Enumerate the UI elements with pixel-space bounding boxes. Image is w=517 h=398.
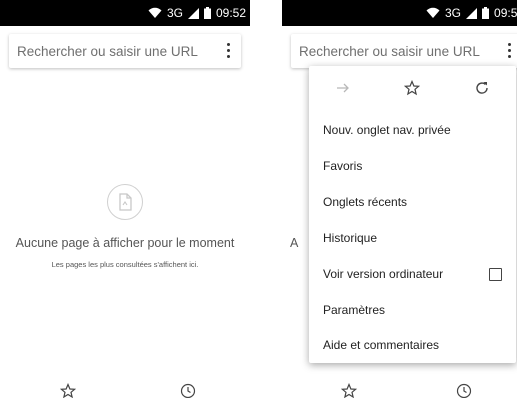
- status-icons: 3G 09:52: [426, 6, 517, 20]
- status-bar: 3G 09:52: [282, 0, 517, 26]
- status-bar: 3G 09:52: [0, 0, 250, 26]
- overflow-menu: Nouv. onglet nav. privée Favoris Onglets…: [309, 66, 516, 363]
- omnibox[interactable]: Rechercher ou saisir une URL: [9, 34, 241, 68]
- battery-icon: [482, 7, 490, 19]
- signal-icon: [466, 7, 478, 19]
- omnibox[interactable]: Rechercher ou saisir une URL: [291, 34, 517, 68]
- status-icons: 3G 09:52: [148, 6, 246, 20]
- empty-state-subtitle: Les pages les plus consultées s'affichen…: [51, 260, 199, 269]
- network-type: 3G: [445, 6, 462, 20]
- omnibox-placeholder[interactable]: Rechercher ou saisir une URL: [299, 44, 480, 59]
- star-icon[interactable]: [404, 80, 420, 96]
- reload-icon[interactable]: [474, 80, 490, 96]
- menu-item-history[interactable]: Historique: [323, 221, 502, 255]
- signal-icon: [187, 7, 199, 19]
- menu-item-settings[interactable]: Paramètres: [323, 293, 502, 327]
- clock-icon[interactable]: [456, 383, 472, 398]
- phone-screen-left: 3G 09:52 Rechercher ou saisir une URL Au…: [0, 0, 250, 398]
- forward-icon[interactable]: [335, 80, 351, 96]
- empty-state-title: Aucune page à afficher pour le moment: [15, 236, 235, 250]
- star-icon[interactable]: [341, 383, 357, 398]
- overflow-menu-icon[interactable]: [223, 43, 233, 59]
- wifi-icon: [148, 7, 162, 18]
- menu-icon-row: [309, 66, 516, 110]
- status-time: 09:52: [494, 6, 517, 20]
- menu-item-new-incognito-tab[interactable]: Nouv. onglet nav. privée: [323, 113, 502, 147]
- status-time: 09:52: [215, 6, 246, 20]
- desktop-site-checkbox[interactable]: [489, 268, 502, 281]
- network-type: 3G: [166, 6, 183, 20]
- menu-item-desktop-site[interactable]: Voir version ordinateur: [323, 257, 502, 291]
- clock-icon[interactable]: [180, 383, 196, 398]
- menu-item-help-feedback[interactable]: Aide et commentaires: [323, 328, 502, 362]
- no-pages-icon: [107, 184, 143, 220]
- menu-item-recent-tabs[interactable]: Onglets récents: [323, 185, 502, 219]
- empty-state-title-fragment-left: A: [290, 236, 299, 250]
- overflow-menu-icon[interactable]: [504, 43, 514, 59]
- menu-item-bookmarks[interactable]: Favoris: [323, 149, 502, 183]
- phone-screen-right: 3G 09:52 Rechercher ou saisir une URL A …: [282, 0, 517, 398]
- star-icon[interactable]: [60, 383, 76, 398]
- wifi-icon: [426, 7, 440, 18]
- battery-icon: [203, 7, 211, 19]
- omnibox-placeholder[interactable]: Rechercher ou saisir une URL: [17, 44, 198, 59]
